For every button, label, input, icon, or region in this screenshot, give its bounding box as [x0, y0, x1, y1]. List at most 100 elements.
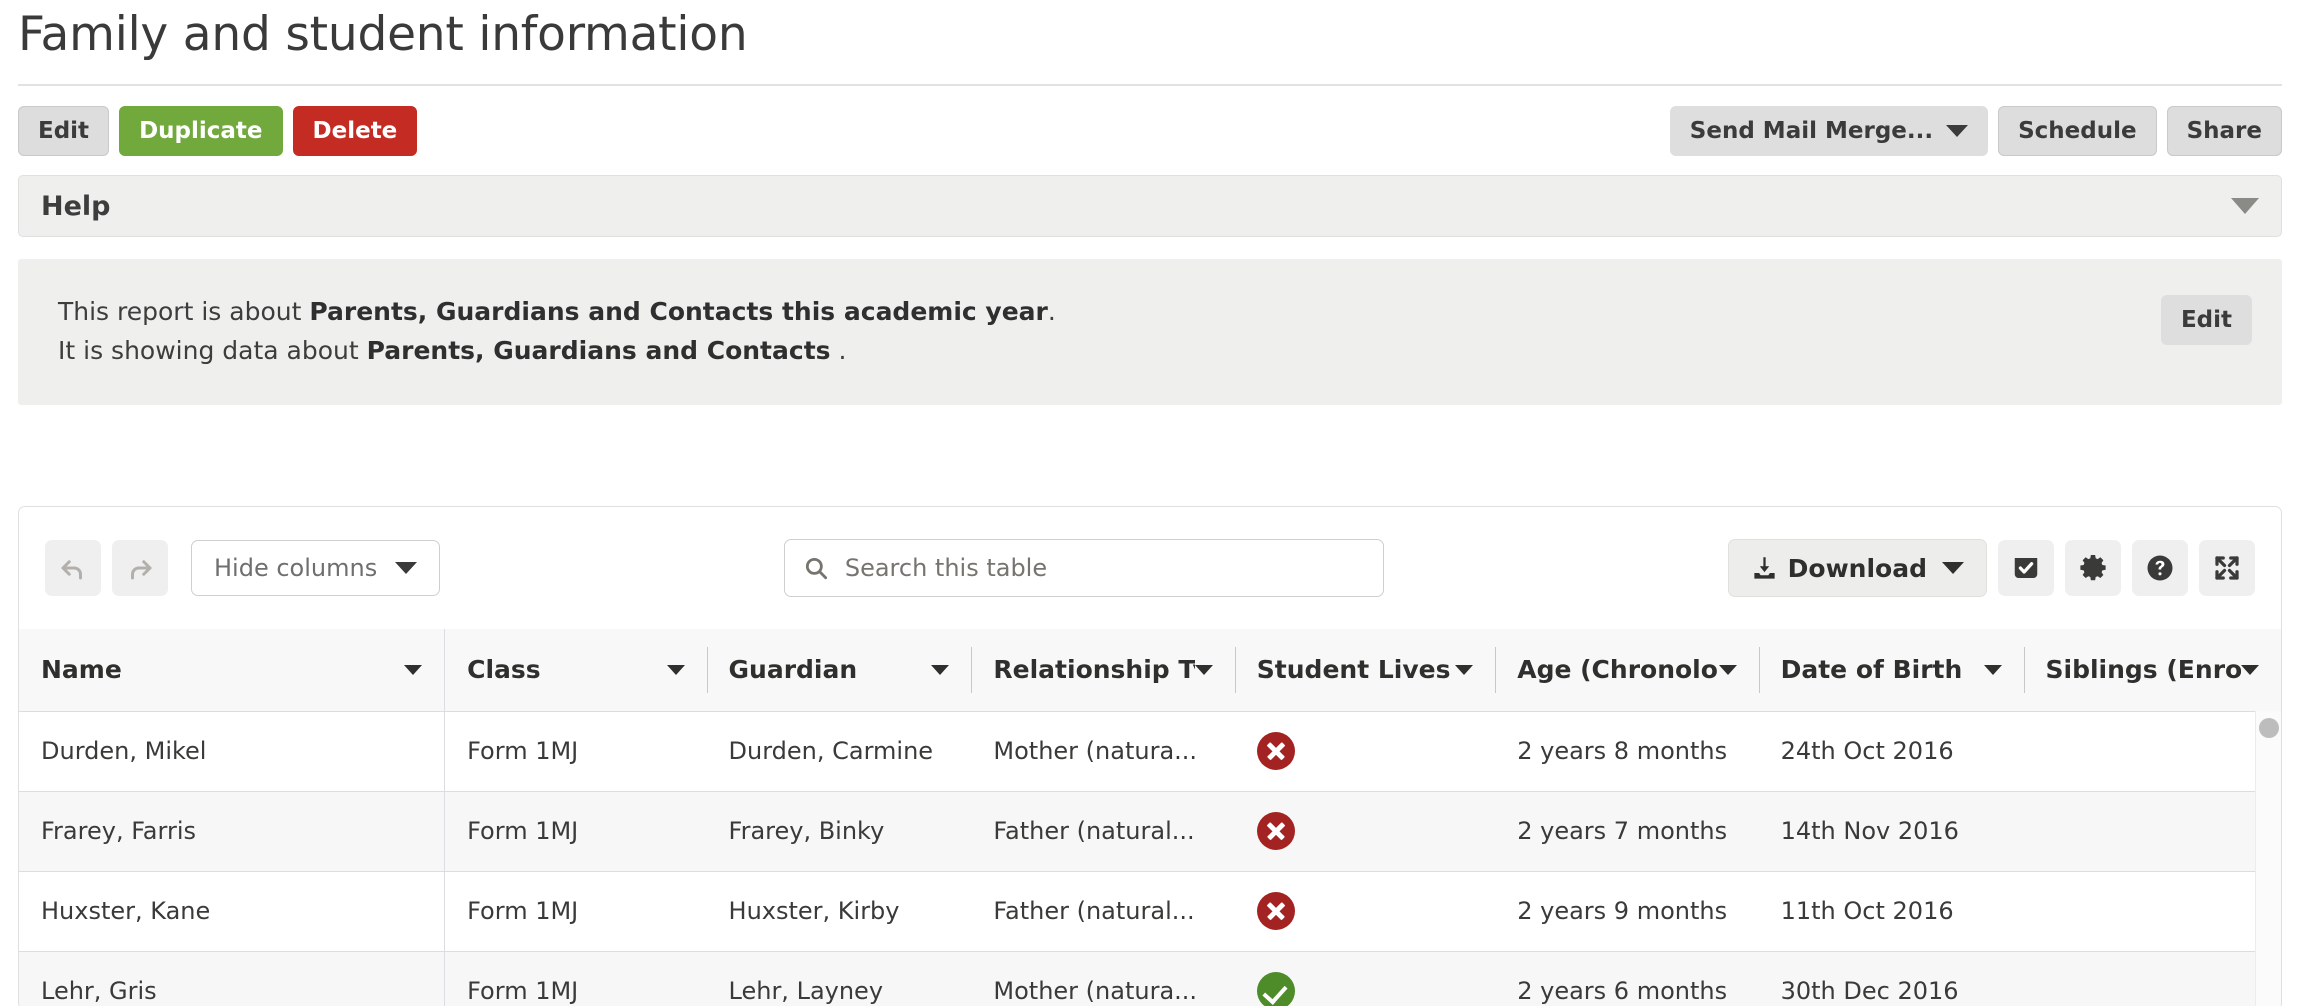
- table-toolbar-left: Hide columns: [45, 540, 440, 596]
- vertical-scrollbar-thumb[interactable]: [2259, 718, 2279, 738]
- check-circle-icon: [1257, 972, 1295, 1006]
- table-row[interactable]: Lehr, GrisForm 1MJLehr, LayneyMother (na…: [19, 951, 2281, 1006]
- edit-button[interactable]: Edit: [18, 106, 109, 156]
- cell-dob: 14th Nov 2016: [1759, 791, 2024, 871]
- chevron-down-icon[interactable]: [2231, 198, 2259, 214]
- chevron-down-icon[interactable]: [1719, 665, 1737, 675]
- column-header-label: Relationship Type: [993, 655, 1194, 684]
- chevron-down-icon[interactable]: [404, 665, 422, 675]
- send-mail-merge-button[interactable]: Send Mail Merge...: [1670, 106, 1988, 156]
- column-header-guardian[interactable]: Guardian: [707, 629, 972, 711]
- cell-name: Durden, Mikel: [19, 711, 445, 791]
- cross-circle-icon: [1257, 892, 1295, 930]
- cell-relationship: Father (natural...: [971, 871, 1234, 951]
- column-header-label: Name: [41, 655, 122, 684]
- about-suffix: .: [1048, 297, 1056, 326]
- cell-age: 2 years 7 months: [1495, 791, 1758, 871]
- cell-name: Lehr, Gris: [19, 951, 445, 1006]
- chevron-down-icon: [1942, 562, 1964, 574]
- column-header-student-lives-w[interactable]: Student Lives w...: [1235, 629, 1495, 711]
- data-grid-scroll[interactable]: Name Class Guardian Relationship Type Studen…: [19, 629, 2281, 1006]
- table-row[interactable]: Frarey, FarrisForm 1MJFrarey, BinkyFathe…: [19, 791, 2281, 871]
- column-header-relationship-type[interactable]: Relationship Type: [971, 629, 1234, 711]
- schedule-button[interactable]: Schedule: [1998, 106, 2157, 156]
- cell-class: Form 1MJ: [445, 951, 707, 1006]
- column-header-age-chronolog[interactable]: Age (Chronolog...: [1495, 629, 1758, 711]
- cell-name: Huxster, Kane: [19, 871, 445, 951]
- column-header-class[interactable]: Class: [445, 629, 707, 711]
- table-help-button[interactable]: [2132, 540, 2188, 596]
- cell-relationship: Father (natural...: [971, 791, 1234, 871]
- redo-button[interactable]: [112, 540, 168, 596]
- delete-button[interactable]: Delete: [293, 106, 418, 156]
- grid-header-row: Name Class Guardian Relationship Type Studen…: [19, 629, 2281, 711]
- send-mail-merge-label: Send Mail Merge...: [1690, 119, 1933, 143]
- chevron-down-icon: [395, 562, 417, 574]
- data-grid: Name Class Guardian Relationship Type Studen…: [19, 629, 2281, 1006]
- info-edit-button[interactable]: Edit: [2161, 295, 2252, 345]
- cross-circle-icon: [1257, 732, 1295, 770]
- search-input[interactable]: [845, 554, 1365, 582]
- question-circle-icon: [2145, 553, 2175, 583]
- page-title: Family and student information: [18, 8, 2282, 62]
- undo-icon: [58, 553, 88, 583]
- hide-columns-label: Hide columns: [214, 554, 377, 582]
- column-header-siblings-enroll[interactable]: Siblings (Enroll...: [2024, 629, 2282, 711]
- expand-arrows-icon: [2212, 553, 2242, 583]
- column-header-label: Age (Chronolog...: [1517, 655, 1718, 684]
- gear-icon: [2078, 553, 2108, 583]
- data-table-card: Hide columns: [18, 506, 2282, 1006]
- data-subject: Parents, Guardians and Contacts: [367, 336, 831, 365]
- table-row[interactable]: Huxster, KaneForm 1MJHuxster, KirbyFathe…: [19, 871, 2281, 951]
- cell-student-lives-with: [1235, 951, 1495, 1006]
- data-suffix: .: [831, 336, 847, 365]
- help-accordion[interactable]: Help: [18, 175, 2282, 237]
- cell-class: Form 1MJ: [445, 871, 707, 951]
- cell-student-lives-with: [1235, 791, 1495, 871]
- report-description: This report is about Parents, Guardians …: [58, 293, 1056, 371]
- cell-dob: 24th Oct 2016: [1759, 711, 2024, 791]
- grid-body: Durden, MikelForm 1MJDurden, CarmineMoth…: [19, 711, 2281, 1006]
- cell-siblings: [2024, 951, 2282, 1006]
- table-toolbar-right: Download: [1728, 539, 2255, 597]
- column-header-label: Siblings (Enroll...: [2046, 655, 2242, 684]
- chevron-down-icon[interactable]: [2241, 665, 2259, 675]
- column-header-label: Class: [467, 655, 541, 684]
- cell-relationship: Mother (natura...: [971, 951, 1234, 1006]
- column-header-date-of-birth[interactable]: Date of Birth: [1759, 629, 2024, 711]
- primary-actions: Edit Duplicate Delete: [18, 106, 417, 156]
- download-button[interactable]: Download: [1728, 539, 1987, 597]
- chevron-down-icon: [1946, 125, 1968, 137]
- about-prefix: This report is about: [58, 297, 309, 326]
- cell-siblings: [2024, 871, 2282, 951]
- chevron-down-icon[interactable]: [1195, 665, 1213, 675]
- cell-age: 2 years 6 months: [1495, 951, 1758, 1006]
- cell-guardian: Durden, Carmine: [707, 711, 972, 791]
- vertical-scrollbar[interactable]: [2255, 711, 2281, 1006]
- cell-class: Form 1MJ: [445, 711, 707, 791]
- download-icon: [1751, 555, 1778, 582]
- duplicate-button[interactable]: Duplicate: [119, 106, 282, 156]
- cell-dob: 30th Dec 2016: [1759, 951, 2024, 1006]
- about-subject: Parents, Guardians and Contacts this aca…: [309, 297, 1048, 326]
- chevron-down-icon[interactable]: [931, 665, 949, 675]
- cell-siblings: [2024, 791, 2282, 871]
- column-header-name[interactable]: Name: [19, 629, 445, 711]
- download-label: Download: [1788, 554, 1927, 583]
- select-rows-button[interactable]: [1998, 540, 2054, 596]
- chevron-down-icon[interactable]: [667, 665, 685, 675]
- action-toolbar: Edit Duplicate Delete Send Mail Merge...…: [0, 86, 2300, 158]
- share-button[interactable]: Share: [2167, 106, 2282, 156]
- undo-button[interactable]: [45, 540, 101, 596]
- hide-columns-dropdown[interactable]: Hide columns: [191, 540, 440, 596]
- cell-relationship: Mother (natura...: [971, 711, 1234, 791]
- table-toolbar: Hide columns: [19, 507, 2281, 629]
- report-about-line: This report is about Parents, Guardians …: [58, 293, 1056, 332]
- chevron-down-icon[interactable]: [1455, 665, 1473, 675]
- fullscreen-button[interactable]: [2199, 540, 2255, 596]
- table-row[interactable]: Durden, MikelForm 1MJDurden, CarmineMoth…: [19, 711, 2281, 791]
- cell-age: 2 years 9 months: [1495, 871, 1758, 951]
- table-settings-button[interactable]: [2065, 540, 2121, 596]
- search-box[interactable]: [784, 539, 1384, 597]
- chevron-down-icon[interactable]: [1984, 665, 2002, 675]
